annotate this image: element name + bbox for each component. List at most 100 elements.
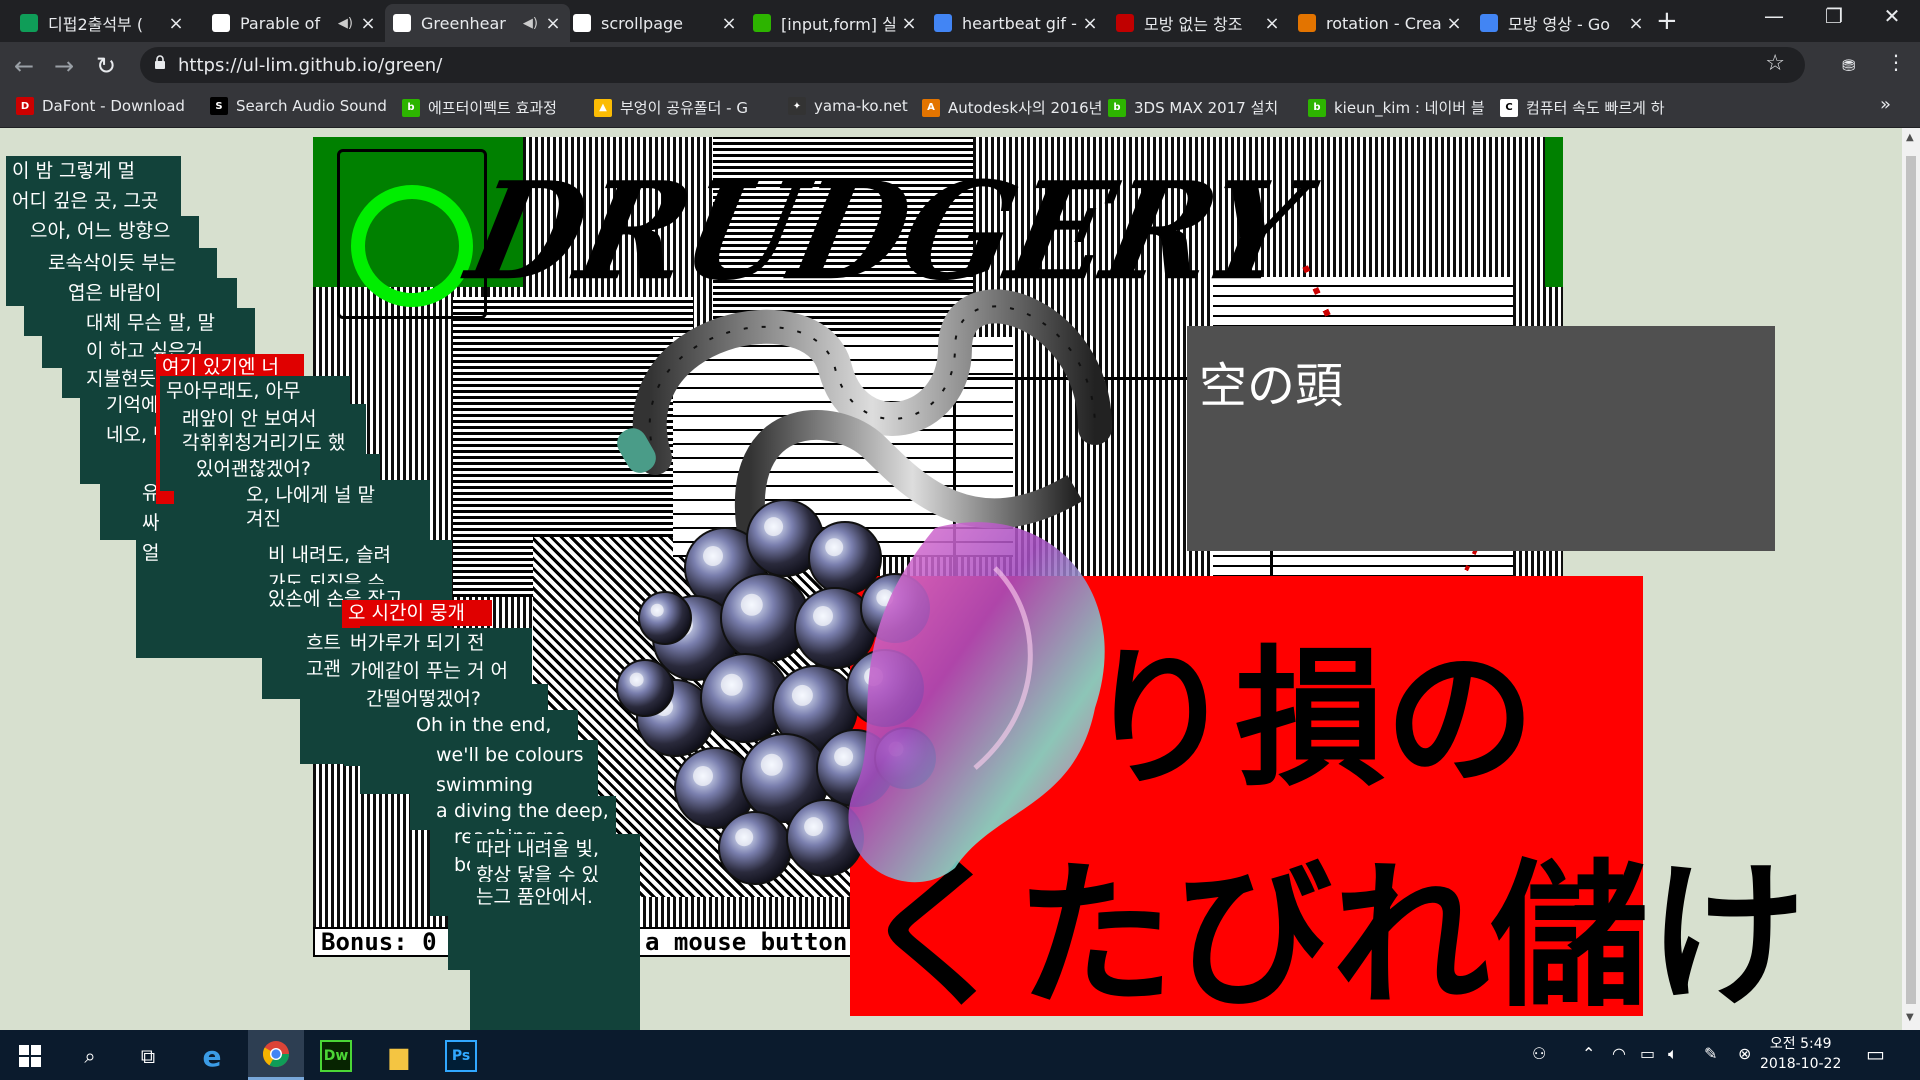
lock-icon	[155, 55, 165, 69]
back-button[interactable]: ←	[14, 52, 34, 80]
tab-close-icon[interactable]: ×	[1445, 13, 1463, 34]
bookmark-favicon-icon: D	[16, 97, 34, 115]
clock-date: 2018-10-22	[1760, 1056, 1842, 1072]
bookmark-item[interactable]: D DaFont - Download	[16, 97, 185, 115]
notification-off-icon[interactable]: ⊗	[1738, 1044, 1751, 1063]
vertical-scrollbar[interactable]: ▲ ▼	[1902, 128, 1920, 1030]
dreamweaver-icon[interactable]: Dw	[320, 1040, 352, 1072]
bookmarks-overflow-button[interactable]: »	[1880, 94, 1891, 115]
bookmark-item[interactable]: b kieun_kim : 네이버 블	[1308, 97, 1485, 118]
scroll-thumb[interactable]	[1906, 156, 1916, 1004]
red-lyric-label: 오 시간이 뭉개	[342, 600, 492, 626]
reload-button[interactable]: ↻	[96, 52, 116, 80]
close-window-button[interactable]: ✕	[1862, 4, 1920, 28]
tab[interactable]: 디펍2출석부 ( ×	[12, 4, 193, 42]
edge-icon[interactable]: e	[196, 1040, 228, 1073]
search-icon[interactable]: ⌕	[74, 1040, 106, 1072]
bookmark-favicon-icon: ✦	[788, 97, 806, 115]
clock[interactable]: 오전 5:49 2018-10-22	[1760, 1034, 1841, 1074]
bookmark-label: kieun_kim : 네이버 블	[1334, 99, 1485, 117]
bookmark-item[interactable]: A Autodesk사의 2016년	[922, 97, 1102, 118]
tab-title: Parable of	[240, 13, 321, 33]
action-center-icon[interactable]: ▭	[1866, 1042, 1885, 1066]
bookmark-item[interactable]: b 3DS MAX 2017 설치	[1108, 97, 1278, 118]
bookmark-favicon-icon: b	[1108, 98, 1126, 117]
tab-close-icon[interactable]: ×	[900, 13, 918, 34]
tab[interactable]: 모방 없는 창조 ×	[1108, 4, 1289, 42]
tab-title: 모방 없는 창조	[1144, 15, 1243, 34]
tab-title: [input,form] 실	[781, 15, 897, 34]
tab-title: Greenhear	[421, 13, 506, 33]
green-circle	[351, 185, 473, 307]
chrome-icon[interactable]	[248, 1030, 304, 1080]
tab-close-icon[interactable]: ×	[720, 13, 738, 34]
bookmark-label: 컴퓨터 속도 빠르게 하	[1526, 99, 1665, 117]
speaker-icon[interactable]: ◀)	[338, 16, 353, 31]
tab[interactable]: Parable of ◀) ×	[204, 4, 385, 42]
tab-strip: 디펍2출석부 (× Parable of ◀) × Greenhear ◀) × scroll…	[0, 0, 1920, 42]
bookmark-item[interactable]: C 컴퓨터 속도 빠르게 하	[1500, 97, 1665, 118]
restore-button[interactable]: ❐	[1804, 4, 1864, 28]
tab[interactable]: scrollpage ×	[565, 4, 746, 42]
photoshop-icon[interactable]: Ps	[445, 1040, 477, 1072]
bookmark-favicon-icon: b	[1308, 98, 1326, 117]
bookmark-item[interactable]: b 에프터이펙트 효과정	[402, 97, 557, 118]
tab-close-icon[interactable]: ×	[1627, 13, 1645, 34]
speaker-icon[interactable]: ◀)	[523, 16, 538, 31]
tab-title: 모방 영상 - Go	[1508, 15, 1611, 34]
tab-title: heartbeat gif -	[962, 13, 1077, 33]
tab-close-icon[interactable]: ×	[544, 13, 562, 34]
tab-close-icon[interactable]: ×	[359, 13, 377, 34]
page-icon	[573, 14, 591, 32]
page-icon	[212, 14, 230, 32]
minimize-button[interactable]: —	[1744, 4, 1804, 28]
blog-icon	[1298, 14, 1316, 32]
page-icon	[393, 14, 411, 32]
bookmark-label: 에프터이펙트 효과정	[428, 99, 557, 117]
bookmark-item[interactable]: ✦ yama-ko.net	[788, 97, 908, 115]
tray-expand-icon[interactable]: ⌃	[1582, 1044, 1595, 1063]
bookmark-favicon-icon: S	[210, 97, 228, 115]
pen-icon[interactable]: ✎	[1704, 1044, 1717, 1063]
tab[interactable]: 모방 영상 - Go ×	[1472, 4, 1653, 42]
scroll-down-icon[interactable]: ▼	[1906, 1012, 1914, 1023]
forward-button[interactable]: →	[54, 52, 74, 80]
bookmark-favicon-icon: ▲	[594, 98, 612, 117]
people-icon[interactable]: ⚇	[1532, 1044, 1546, 1063]
bookmark-star-icon[interactable]: ☆	[1765, 51, 1785, 76]
tab-title: rotation - Crea	[1326, 13, 1442, 33]
start-icon[interactable]	[14, 1040, 46, 1072]
bookmark-label: DaFont - Download	[42, 97, 185, 115]
bookmark-favicon-icon: A	[922, 98, 940, 117]
address-bar[interactable]: https://ul-lim.github.io/green/ ☆	[140, 47, 1805, 83]
tab[interactable]: Greenhear ◀) ×	[385, 4, 570, 42]
grey-title-box: 空の頭	[1187, 326, 1775, 551]
bookmark-item[interactable]: S Search Audio Sound	[210, 97, 387, 115]
bookmark-item[interactable]: ▲ 부엉이 공유폴더 - G	[594, 97, 748, 118]
volume-icon[interactable]: 🔈︎	[1668, 1044, 1678, 1064]
wifi-icon[interactable]: ◠	[1612, 1044, 1626, 1063]
green-edge	[1545, 137, 1563, 287]
scroll-up-icon[interactable]: ▲	[1906, 132, 1914, 143]
bookmark-favicon-icon: b	[402, 98, 420, 117]
bookmark-label: Search Audio Sound	[236, 97, 387, 115]
tab-close-icon[interactable]: ×	[1081, 13, 1099, 34]
explorer-icon[interactable]: ▆	[383, 1040, 415, 1072]
tab-close-icon[interactable]: ×	[167, 13, 185, 34]
new-tab-button[interactable]: +	[1656, 6, 1678, 36]
tab[interactable]: rotation - Crea ×	[1290, 4, 1471, 42]
task-view-icon[interactable]: ⧉	[132, 1040, 164, 1072]
extension-icon[interactable]: ⛃	[1842, 56, 1855, 75]
battery-icon[interactable]: ▭	[1640, 1044, 1655, 1063]
google-icon	[1480, 14, 1498, 32]
browser-toolbar: ← → ↻ https://ul-lim.github.io/green/ ☆ …	[0, 42, 1920, 88]
google-icon	[934, 14, 952, 32]
tab[interactable]: [input,form] 실 ×	[745, 4, 926, 42]
tab-title: 디펍2출석부 (	[48, 15, 144, 34]
tab-close-icon[interactable]: ×	[1263, 13, 1281, 34]
clock-time: 오전 5:49	[1769, 1036, 1832, 1052]
tab[interactable]: heartbeat gif - ×	[926, 4, 1107, 42]
page-viewport: DRUDGERY Bonus: 0 a mouse button 空の頭 り損の…	[0, 128, 1902, 1030]
chrome-sculpture-image	[616, 289, 1112, 885]
menu-icon[interactable]: ⋮	[1886, 50, 1906, 74]
